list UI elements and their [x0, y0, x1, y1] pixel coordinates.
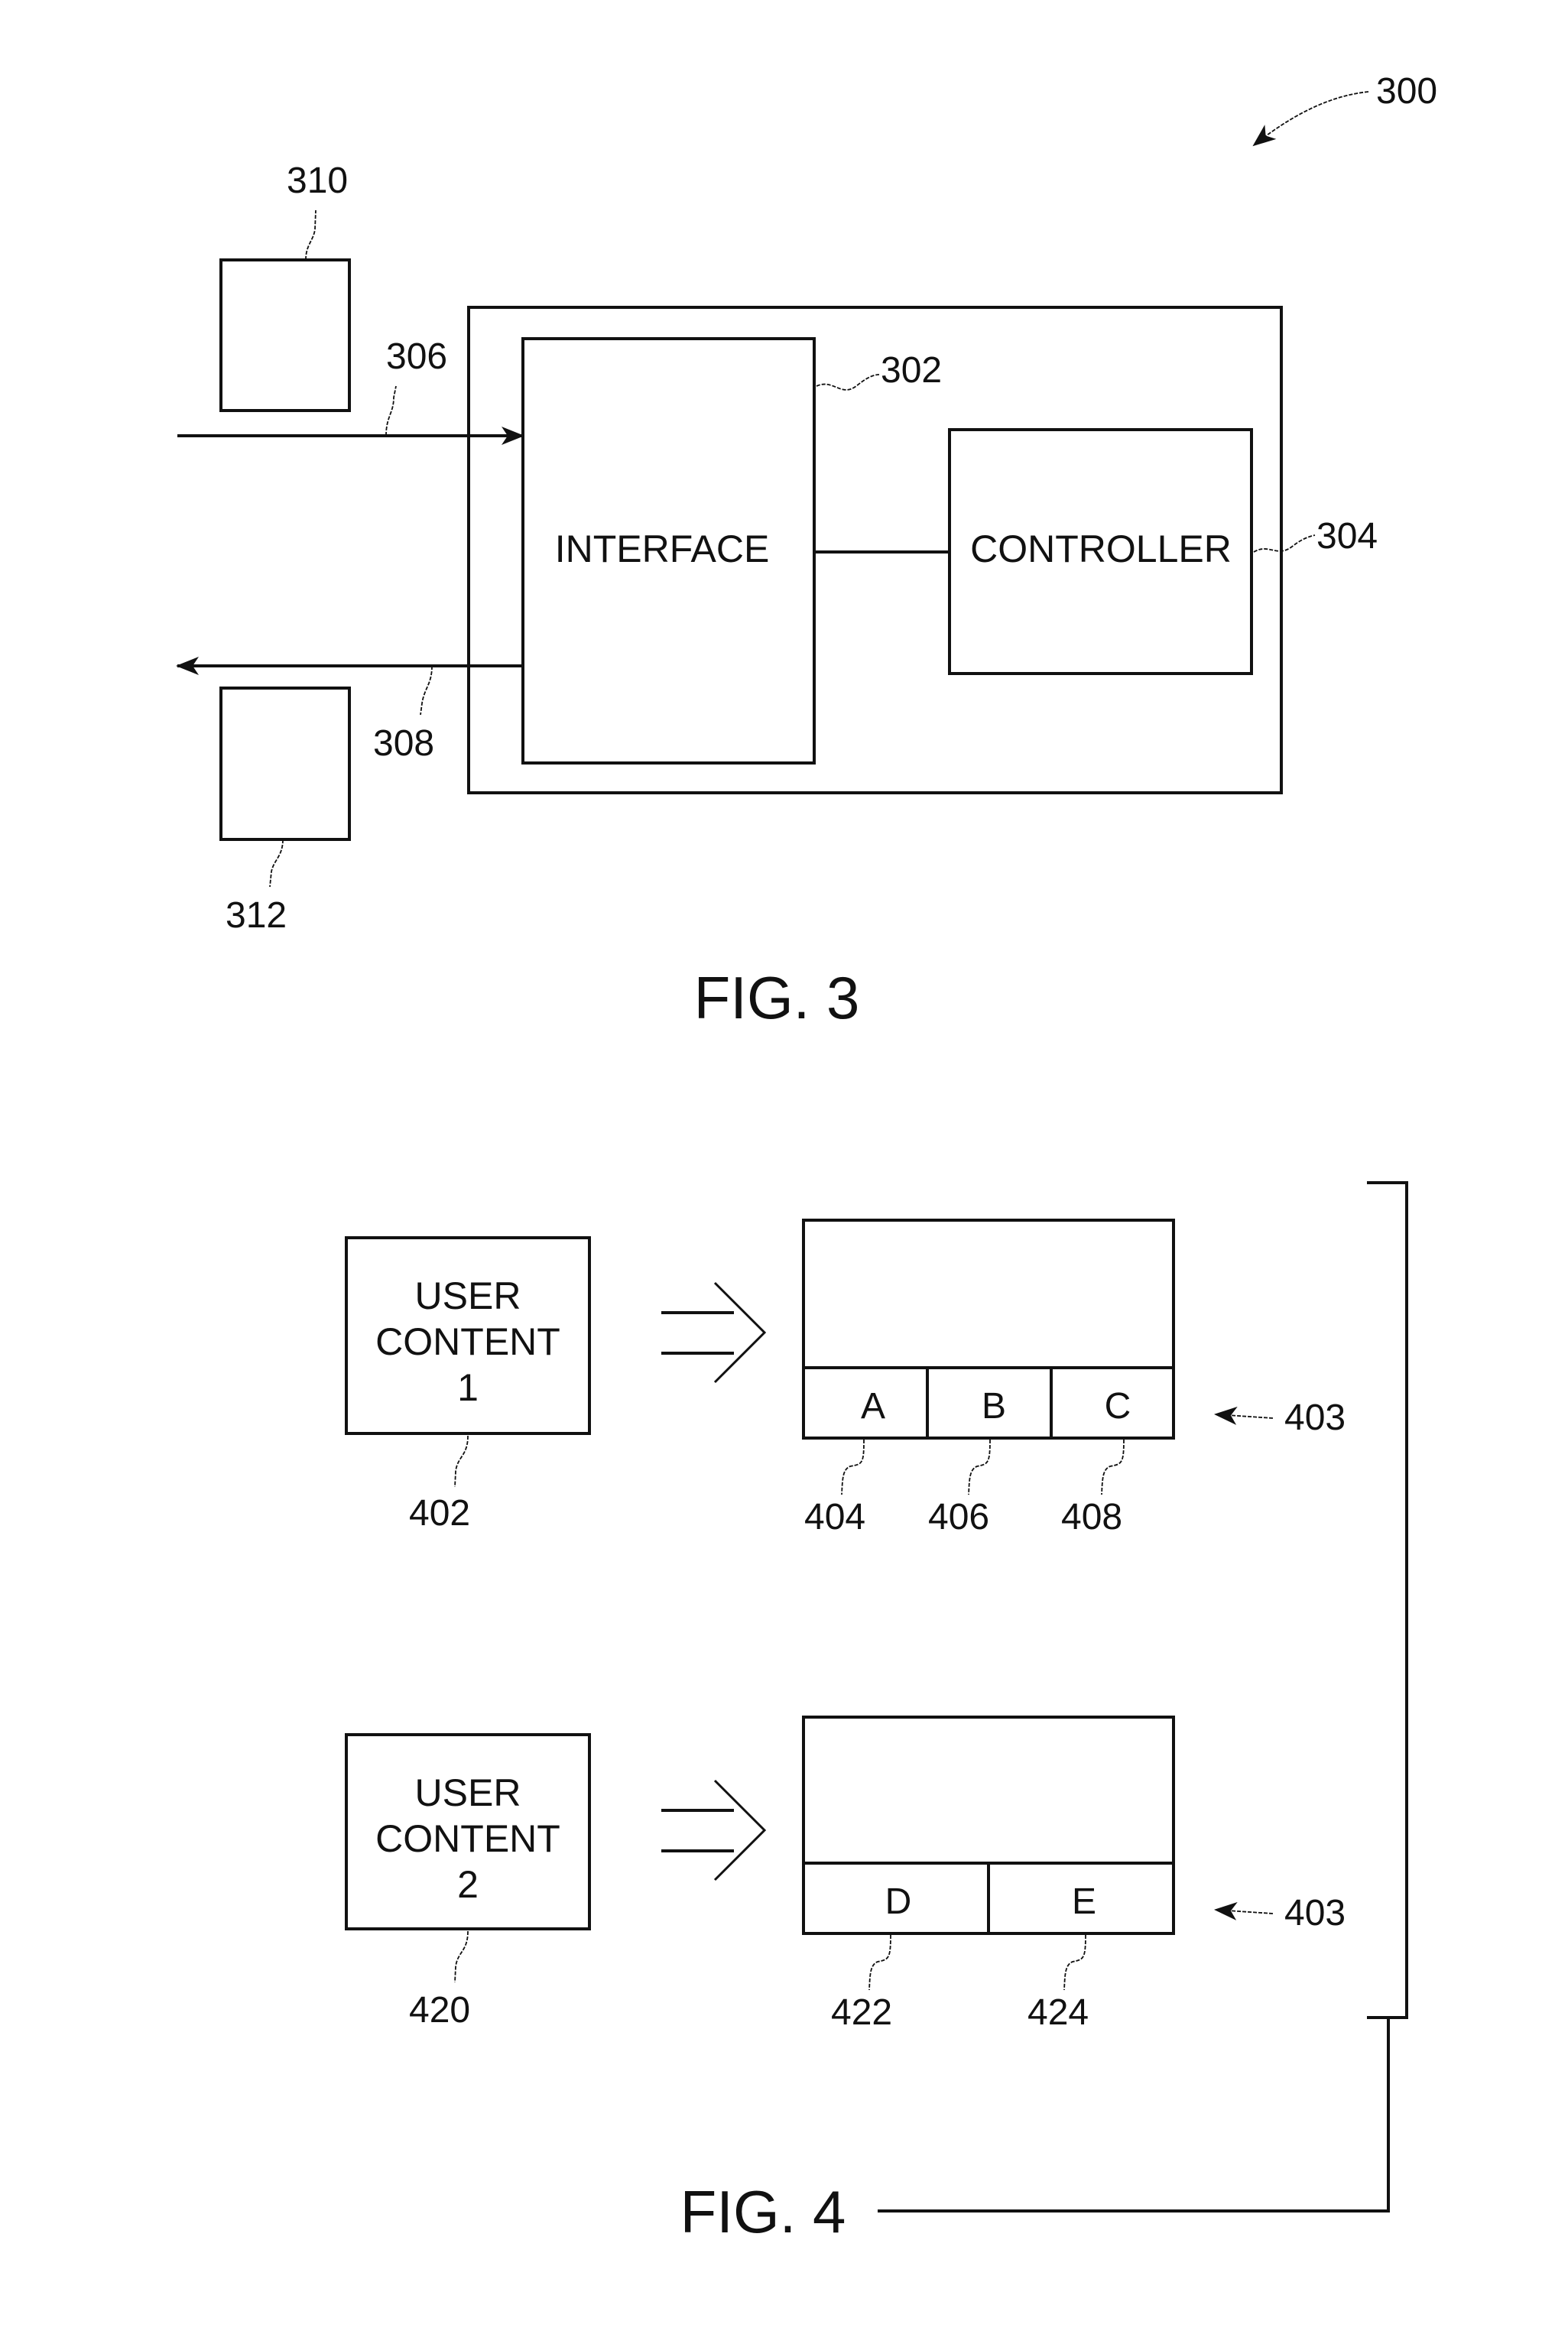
cell-c-ref-label: 408: [1061, 1497, 1122, 1537]
content-row-2: USER CONTENT 2 420 D E 422 424 403: [345, 1716, 1346, 2033]
display-1-ref-label: 403: [1284, 1398, 1346, 1438]
user-content-2-line-1: USER: [415, 1771, 521, 1814]
cell-e-ref-label: 424: [1027, 1992, 1089, 2033]
system-ref-label: 300: [1376, 71, 1437, 112]
cell-e-label: E: [1072, 1881, 1096, 1922]
output-device-leader-line: [269, 839, 284, 888]
cell-b-label: B: [982, 1386, 1006, 1427]
figure-4: USER CONTENT 1 402 A B C 404 406 408 403…: [345, 1181, 1408, 2245]
cell-b-ref-label: 406: [928, 1497, 989, 1537]
user-content-1-line-1: USER: [415, 1274, 521, 1317]
display-1-pointer: [1214, 1406, 1274, 1425]
cell-a-leader-line: [841, 1439, 865, 1495]
cell-c-leader-line: [1101, 1439, 1125, 1495]
controller-ref-label: 304: [1316, 516, 1378, 557]
user-content-1-leader-line: [454, 1435, 469, 1488]
output-arrow-ref-label: 308: [373, 723, 434, 764]
output-device-block: [219, 687, 351, 841]
interface-ref-label: 302: [881, 350, 942, 391]
figure-bracket: [1367, 1181, 1408, 2019]
user-content-2-line-2: CONTENT: [375, 1817, 560, 1860]
user-content-1-ref-label: 402: [409, 1493, 470, 1534]
input-arrow-ref-label: 306: [386, 336, 447, 377]
input-arrow-leader-line: [385, 385, 397, 437]
input-device-block: [219, 258, 351, 412]
cell-d-ref-label: 422: [831, 1992, 892, 2033]
display-2-pointer: [1214, 1901, 1274, 1920]
controller-label: CONTROLLER: [970, 528, 1232, 570]
user-content-2-ref-label: 420: [409, 1990, 470, 2031]
cell-e-leader-line: [1063, 1934, 1086, 1991]
figure-bracket-leader: [878, 2018, 1390, 2213]
figure-3: 300 INTERFACE 302 CONTROLLER 304 306 308…: [176, 71, 1437, 1031]
implies-arrow-icon: [661, 1281, 767, 1384]
user-content-1-line-2: CONTENT: [375, 1320, 560, 1363]
implies-arrow-icon: [661, 1779, 767, 1881]
cell-b-leader-line: [968, 1439, 991, 1495]
system-leader-line: [1252, 91, 1369, 147]
patent-drawing-sheet: 300 INTERFACE 302 CONTROLLER 304 306 308…: [176, 71, 1437, 2245]
figure-4-caption: FIG. 4: [680, 2178, 846, 2245]
cell-d-leader-line: [868, 1934, 891, 1991]
interface-label: INTERFACE: [555, 528, 770, 570]
user-content-2-line-3: 2: [457, 1863, 479, 1906]
input-device-leader-line: [305, 209, 317, 261]
cell-c-label: C: [1105, 1386, 1131, 1427]
user-content-1-line-3: 1: [457, 1366, 479, 1409]
input-device-ref-label: 310: [287, 161, 348, 201]
cell-d-label: D: [885, 1881, 912, 1922]
output-arrow-leader-line: [420, 665, 433, 716]
cell-a-label: A: [861, 1386, 885, 1427]
user-content-2-leader-line: [454, 1930, 469, 1983]
figure-3-caption: FIG. 3: [694, 964, 860, 1031]
display-2-ref-label: 403: [1284, 1893, 1346, 1933]
cell-a-ref-label: 404: [804, 1497, 865, 1537]
output-device-ref-label: 312: [226, 895, 287, 936]
content-row-1: USER CONTENT 1 402 A B C 404 406 408 403: [345, 1219, 1346, 1537]
